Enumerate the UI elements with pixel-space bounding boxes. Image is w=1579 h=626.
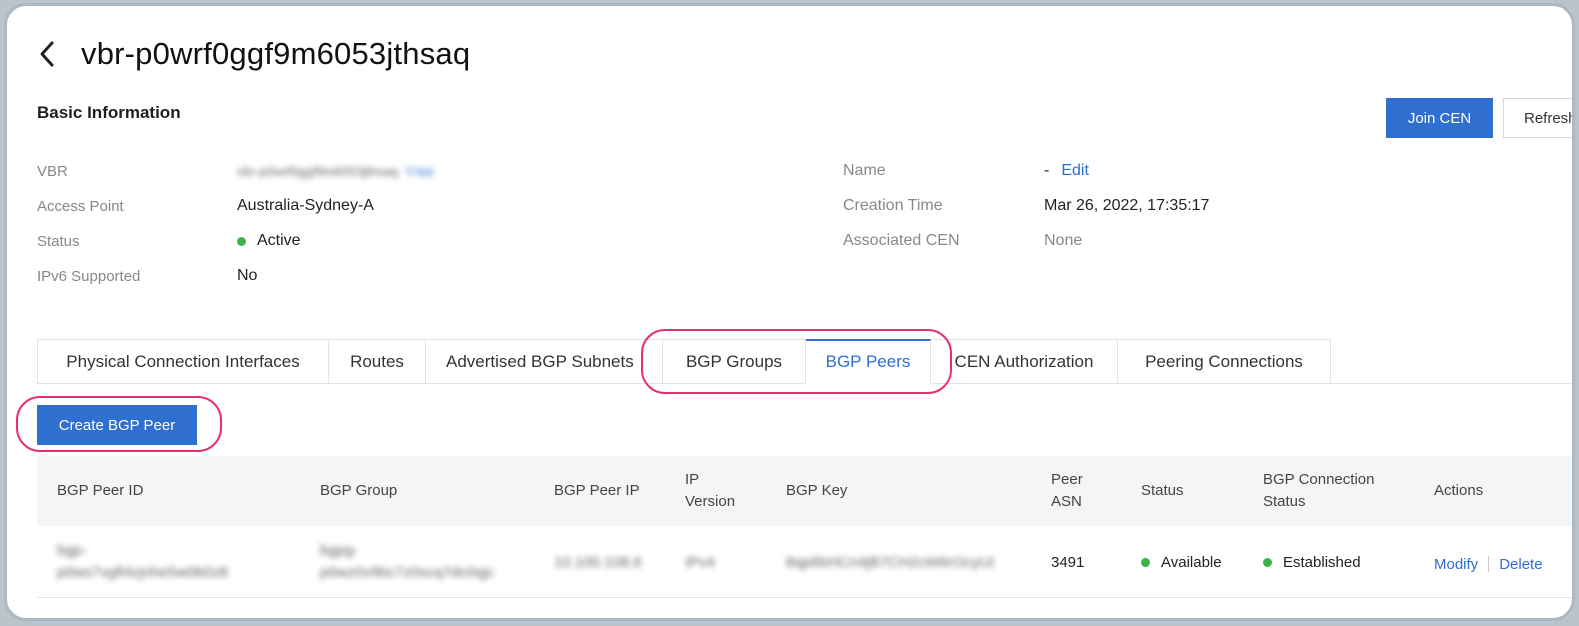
vbr-label: VBR — [37, 162, 68, 180]
status-available-dot — [1141, 557, 1150, 567]
access-point-label: Access Point — [37, 197, 124, 215]
row-status-text: Available — [1161, 553, 1222, 571]
ipv6-value: No — [237, 267, 258, 284]
group-line1: bgpg- — [320, 542, 359, 559]
name-value-wrap: - Edit — [1044, 161, 1089, 181]
status-active-dot — [237, 236, 246, 246]
tab-routes[interactable]: Routes — [329, 339, 426, 384]
join-cen-button[interactable]: Join CEN — [1386, 98, 1493, 138]
tab-advertised-bgp-subnets[interactable]: Advertised BGP Subnets — [426, 339, 663, 384]
bgp-peers-table: BGP Peer ID BGP Group BGP Peer IP IP Ver… — [37, 456, 1572, 600]
action-separator — [1488, 556, 1490, 572]
modify-link[interactable]: Modify — [1434, 556, 1478, 573]
status-label: Status — [37, 232, 80, 250]
create-bgp-peer-button[interactable]: Create BGP Peer — [37, 405, 197, 445]
row-group: bgpg- p0wz0v9bc7z0scq7dc0qjc — [320, 526, 494, 598]
row-bgp-key: 8qp6bHCn4jB7CH2cW6rOcyUI — [786, 553, 995, 571]
col-bgp-group: BGP Group — [320, 482, 398, 499]
delete-link[interactable]: Delete — [1499, 556, 1542, 573]
associated-cen-label: Associated CEN — [843, 232, 960, 249]
basic-information-title: Basic Information — [37, 103, 181, 122]
back-arrow-icon[interactable] — [37, 34, 67, 74]
status-value: Active — [257, 232, 301, 249]
vbr-copy-link[interactable]: Copy — [406, 164, 434, 178]
col-bgp-peer-id: BGP Peer ID — [57, 482, 144, 499]
window-frame: vbr-p0wrf0ggf9m6053jthsaq Basic Informat… — [4, 3, 1575, 621]
group-line2: p0wz0v9bc7z0scq7dc0qjc — [320, 564, 495, 581]
tab-cen-authorization[interactable]: CEN Authorization — [931, 339, 1118, 384]
col-bgp-connection-status: BGP Connection Status — [1263, 471, 1375, 510]
name-edit-link[interactable]: Edit — [1061, 162, 1089, 180]
col-actions: Actions — [1434, 482, 1484, 499]
associated-cen-value: None — [1044, 232, 1083, 249]
ipv6-label: IPv6 Supported — [37, 267, 141, 285]
row-peer-ip: 10.100.108.6 — [554, 553, 642, 571]
page-title: vbr-p0wrf0ggf9m6053jthsaq — [81, 36, 471, 71]
row-ip-version: IPv4 — [685, 553, 716, 571]
tab-physical-connection-interfaces[interactable]: Physical Connection Interfaces — [38, 339, 329, 384]
status-established-dot — [1263, 557, 1272, 567]
col-bgp-peer-ip: BGP Peer IP — [554, 482, 640, 499]
tab-peering-connections[interactable]: Peering Connections — [1118, 339, 1331, 384]
tab-bgp-groups[interactable]: BGP Groups — [663, 339, 806, 384]
col-bgp-key: BGP Key — [786, 482, 848, 499]
refresh-button[interactable]: Refresh — [1503, 98, 1572, 138]
col-peer-asn: Peer ASN — [1051, 471, 1083, 510]
vbr-id-value: vbr-p0wrf0ggf9m6053jthsaq — [237, 163, 399, 179]
row-connection-status: Established — [1263, 526, 1361, 598]
access-point-value: Australia-Sydney-A — [237, 197, 374, 214]
creation-time-value: Mar 26, 2022, 17:35:17 — [1044, 197, 1210, 214]
peer-id-line2: p0ws7vgfi4zjnhe5w0b0z8 — [57, 564, 228, 581]
name-label: Name — [843, 162, 886, 179]
vbr-value: vbr-p0wrf0ggf9m6053jthsaq Copy — [237, 161, 434, 181]
table-header: BGP Peer ID BGP Group BGP Peer IP IP Ver… — [37, 456, 1572, 526]
peer-id-line1: bgp- — [57, 542, 88, 559]
row-peer-asn: 3491 — [1051, 553, 1085, 571]
detail-tabs: Physical Connection Interfaces Routes Ad… — [37, 339, 1331, 384]
col-status: Status — [1141, 482, 1184, 499]
status-value-wrap: Active — [237, 231, 301, 251]
row-connection-status-text: Established — [1283, 553, 1361, 571]
creation-time-label: Creation Time — [843, 197, 943, 214]
table-row: bgp- p0ws7vgfi4zjnhe5w0b0z8 bgpg- p0wz0v… — [37, 526, 1572, 600]
page-header: vbr-p0wrf0ggf9m6053jthsaq — [37, 34, 470, 74]
col-ip-version: IP Version — [685, 471, 736, 510]
row-status: Available — [1141, 526, 1222, 598]
row-actions: Modify Delete — [1434, 528, 1543, 600]
name-value: - — [1044, 162, 1050, 179]
row-peer-id: bgp- p0ws7vgfi4zjnhe5w0b0z8 — [57, 526, 228, 598]
top-actions: Join CEN Refresh — [1386, 98, 1572, 138]
tab-bgp-peers[interactable]: BGP Peers — [806, 339, 931, 384]
basic-info-grid: VBR Access Point Status IPv6 Supported v… — [37, 156, 1237, 296]
